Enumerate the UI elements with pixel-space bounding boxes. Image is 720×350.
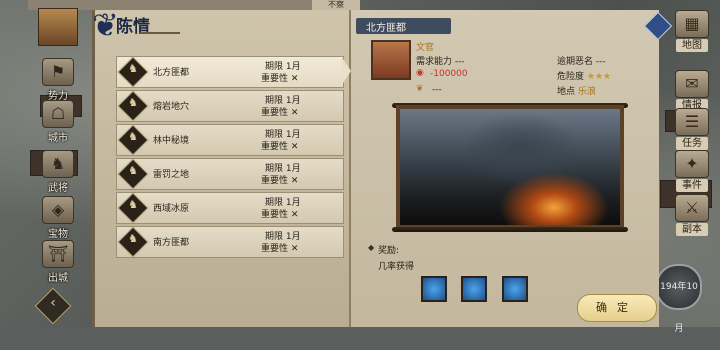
nav-general[interactable]: ♞ 武将 [38, 150, 78, 194]
reward-gem-icon[interactable] [502, 276, 528, 302]
overdue-label: 逾期恶名 --- [557, 57, 606, 67]
quest-icon: ☰ [675, 108, 709, 136]
nav-city[interactable]: ☖ 城市 [38, 100, 78, 144]
req-ability: 需求能力 --- [416, 57, 465, 67]
cost-value: -100000 [430, 69, 468, 79]
dungeon-icon: ⚔ [675, 194, 709, 222]
nav-dungeon[interactable]: ⚔ 副本 [672, 194, 712, 238]
nav-exit-city[interactable]: ⛩ 出城 [38, 240, 78, 284]
crest-icon: ♞ [128, 62, 138, 75]
crest-icon: ♞ [128, 96, 138, 109]
player-avatar[interactable] [38, 8, 78, 46]
city-icon: ☖ [42, 100, 74, 128]
reward-gem-icon[interactable] [461, 276, 487, 302]
nav-map[interactable]: ▦ 地图 [672, 10, 712, 54]
reward-gem-icon[interactable] [421, 276, 447, 302]
nav-treasure[interactable]: ◈ 宝物 [38, 196, 78, 240]
reward-label: 奖励: [378, 246, 400, 256]
bullet-icon: ◆ [368, 243, 375, 252]
list-item[interactable]: ♞ 南方匪都 期限 1月 重要性 ✕ [116, 226, 344, 258]
scroll-rod-bottom [392, 227, 628, 232]
event-icon: ✦ [675, 150, 709, 178]
officer-portrait [371, 40, 411, 80]
treasure-icon: ◈ [42, 196, 74, 224]
crest-icon: ♞ [128, 232, 138, 245]
list-item[interactable]: ♞ 雷罚之地 期限 1月 重要性 ✕ [116, 158, 344, 190]
general-icon: ♞ [42, 150, 74, 178]
list-item[interactable]: ♞ 北方匪都 期限 1月 重要性 ✕ [116, 56, 344, 88]
third-row-value: --- [432, 85, 442, 95]
fortress-illustration [400, 109, 620, 225]
selected-arrow-icon [341, 56, 351, 86]
wheat-icon: ❦ [416, 84, 424, 94]
list-item[interactable]: ♞ 林中秘境 期限 1月 重要性 ✕ [116, 124, 344, 156]
list-item[interactable]: ♞ 熔岩地穴 期限 1月 重要性 ✕ [116, 90, 344, 122]
location-row: 地点 乐浪 [557, 87, 596, 97]
danger-row: 危险度 ★★★ [557, 72, 612, 82]
map-icon: ▦ [675, 10, 709, 38]
coin-icon: ◉ [416, 68, 424, 78]
crest-icon: ♞ [128, 164, 138, 177]
danger-stars: ★★★ [586, 72, 612, 82]
detail-title: 北方匪都 [366, 23, 406, 34]
nav-event[interactable]: ✦ 事件 [672, 150, 712, 194]
nav-faction[interactable]: ⚑ 势力 [38, 58, 78, 102]
confirm-button[interactable]: 确定 [577, 294, 657, 322]
crest-icon: ♞ [128, 198, 138, 211]
nav-quest[interactable]: ☰ 任务 [672, 108, 712, 152]
reward-sub: 几率获得 [378, 262, 415, 272]
exit-city-icon: ⛩ [42, 240, 74, 268]
intel-icon: ✉ [675, 70, 709, 98]
date-badge[interactable]: 194年10月 [656, 264, 702, 334]
back-arrow-icon: ‹ [50, 295, 56, 311]
faction-icon: ⚑ [42, 58, 74, 86]
top-label: 不察 [312, 0, 360, 10]
list-item[interactable]: ♞ 西域冰原 期限 1月 重要性 ✕ [116, 192, 344, 224]
role-label: 文官 [416, 43, 435, 53]
title-underline [140, 32, 180, 34]
crest-icon: ♞ [128, 130, 138, 143]
